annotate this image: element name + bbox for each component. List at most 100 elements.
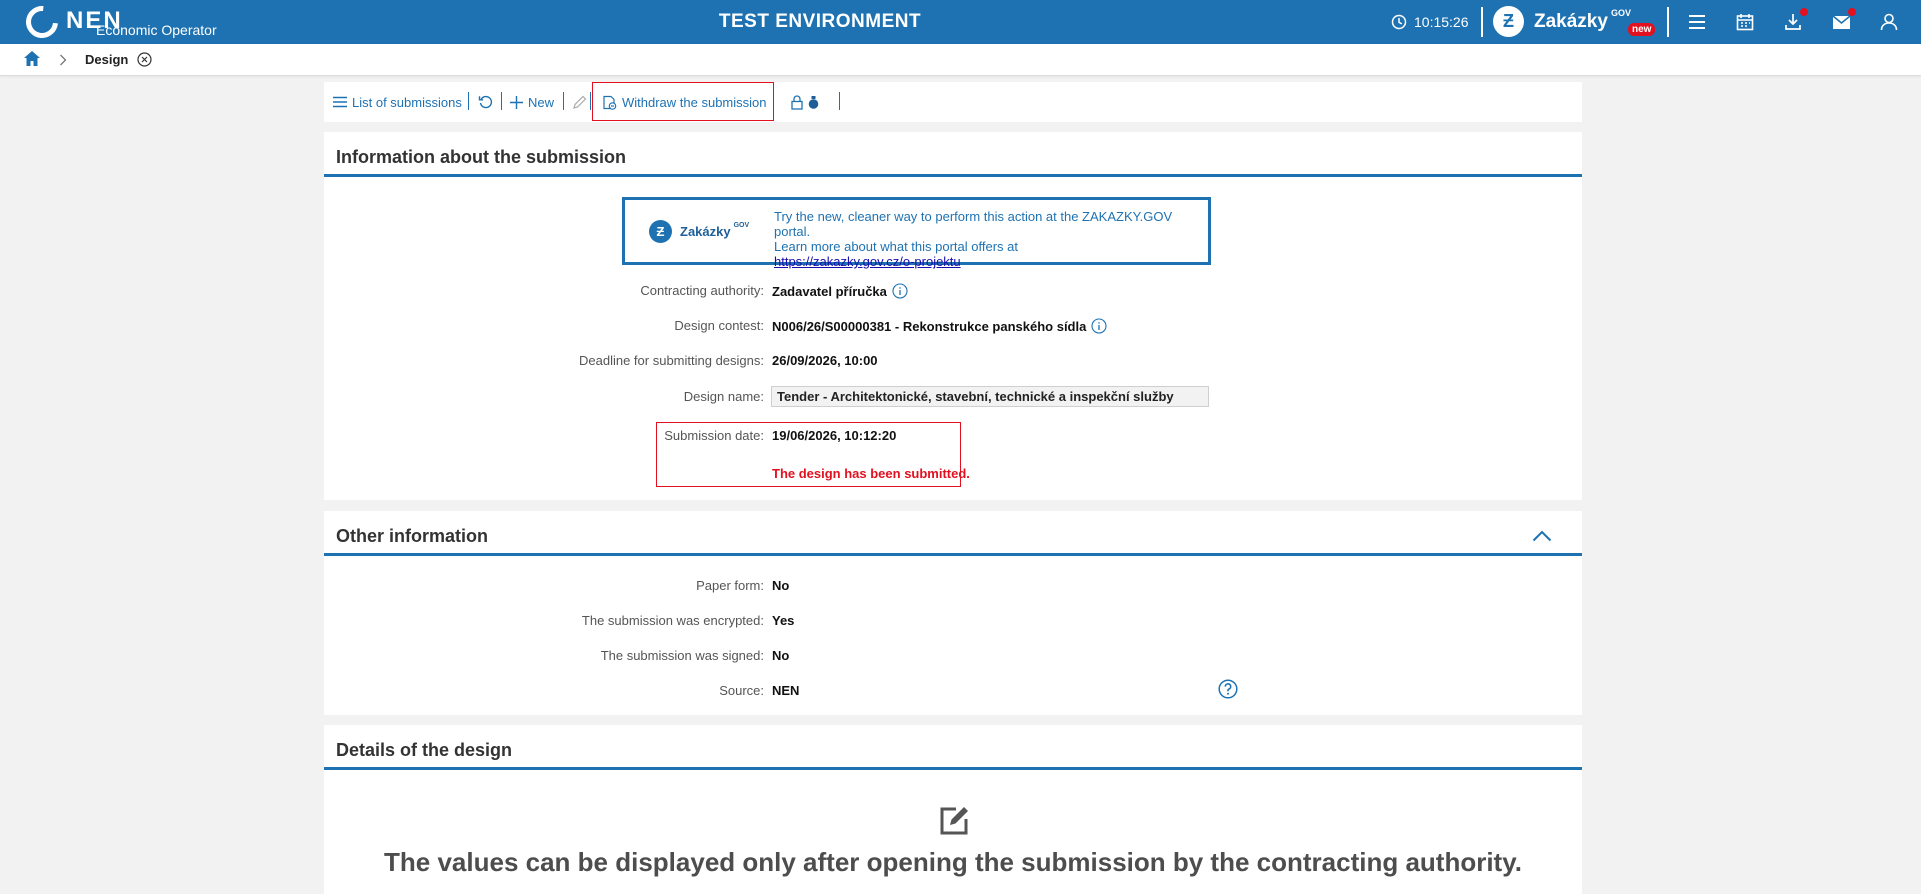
header-divider [1481, 7, 1483, 37]
pencil-icon [573, 95, 587, 109]
download-icon[interactable] [1781, 8, 1808, 33]
edit-button[interactable] [572, 82, 592, 122]
submission-info-section: Information about the submission Ƶ Zakáz… [324, 132, 1582, 500]
lock-icon [791, 94, 803, 110]
notification-dot [1800, 8, 1808, 16]
banner-message: Try the new, cleaner way to perform this… [774, 209, 1208, 269]
field-label: The submission was signed: [600, 648, 764, 663]
mail-icon[interactable] [1829, 8, 1856, 33]
close-tab-icon[interactable] [137, 52, 152, 72]
field-label: The submission was encrypted: [581, 613, 764, 628]
toolbar-divider [839, 92, 840, 110]
design-name-row: Design name: Tender - Architektonické, s… [324, 386, 1582, 407]
breadcrumb-current: Design [85, 52, 129, 67]
banner-line-1: Try the new, cleaner way to perform this… [774, 209, 1173, 239]
session-clock: 10:15:26 [1391, 14, 1469, 30]
zakazky-name: Zakázky [1534, 10, 1608, 32]
zakazky-logo-icon: Ƶ [649, 220, 672, 243]
new-button[interactable]: New [510, 82, 554, 122]
toolbar-divider [468, 92, 469, 110]
info-icon[interactable] [1091, 318, 1107, 334]
design-name-field: Tender - Architektonické, stavební, tech… [771, 386, 1209, 407]
banner-line-2: Learn more about what this portal offers… [774, 239, 1019, 254]
deadline-row: Deadline for submitting designs: 26/09/2… [324, 350, 1582, 370]
field-label: Contracting authority: [640, 283, 764, 298]
zakazky-portal-link[interactable]: Ƶ Zakázky GOV new [1493, 6, 1656, 37]
field-label: Design contest: [674, 318, 764, 333]
banner-brand-gov: GOV [733, 222, 750, 229]
zakazky-promo-banner: Ƶ Zakázky GOV Try the new, cleaner way t… [622, 197, 1211, 269]
list-of-submissions-label: List of submissions [352, 94, 462, 110]
plus-icon [510, 95, 523, 109]
zakazky-gov: GOV [1610, 7, 1631, 18]
chevron-right-icon [59, 53, 67, 71]
signed-row: The submission was signed: No [324, 645, 1582, 665]
chevron-up-icon[interactable] [1532, 529, 1552, 547]
other-info-section: Other information Paper form: No The sub… [324, 511, 1582, 715]
paper-form-row: Paper form: No [324, 575, 1582, 595]
action-toolbar: List of submissions New Withdraw the sub… [324, 82, 1582, 122]
field-value: N006/26/S00000381 - Rekonstrukce panskéh… [772, 318, 1107, 334]
toolbar-divider [501, 92, 502, 110]
user-icon[interactable] [1877, 11, 1901, 33]
banner-brand: Zakázky [680, 224, 731, 239]
details-unavailable-message: The values can be displayed only after o… [384, 847, 1522, 877]
withdraw-icon [603, 95, 617, 110]
section-header: Information about the submission [324, 132, 1582, 177]
section-title: Details of the design [336, 740, 513, 760]
field-label: Submission date: [664, 428, 764, 443]
toolbar-divider [563, 92, 564, 110]
paper-form-value: No [772, 578, 790, 593]
home-icon[interactable] [23, 50, 41, 72]
design-contest-row: Design contest: N006/26/S00000381 - Reko… [324, 315, 1582, 335]
submission-date-row: Submission date: 19/06/2026, 10:12:20 [324, 425, 1582, 445]
encrypted-value: Yes [772, 613, 795, 628]
clock-value: 10:15:26 [1414, 14, 1469, 30]
submission-date-value: 19/06/2026, 10:12:20 [772, 428, 897, 443]
withdraw-submission-label: Withdraw the submission [622, 94, 767, 110]
section-header: Other information [324, 511, 1582, 556]
refresh-icon [478, 95, 493, 109]
notification-dot [1848, 8, 1856, 16]
stamp-button[interactable] [808, 82, 824, 122]
refresh-button[interactable] [478, 82, 499, 122]
signed-value: No [772, 648, 790, 663]
section-title: Information about the submission [336, 147, 627, 167]
deadline-value: 26/09/2026, 10:00 [772, 353, 878, 368]
encrypted-row: The submission was encrypted: Yes [324, 610, 1582, 630]
source-row: Source: NEN [324, 680, 1582, 700]
breadcrumb: Design [0, 44, 1921, 76]
withdraw-submission-button[interactable]: Withdraw the submission [602, 82, 767, 122]
clock-icon [1391, 14, 1407, 30]
info-icon[interactable] [892, 283, 908, 299]
field-label: Source: [719, 683, 764, 698]
field-value: Zadavatel příručka [772, 283, 908, 299]
new-label: New [528, 94, 555, 110]
lock-button[interactable] [791, 82, 808, 122]
toolbar-divider [590, 92, 591, 110]
contracting-authority-row: Contracting authority: Zadavatel příručk… [324, 280, 1582, 300]
header-divider [1667, 7, 1669, 37]
zakazky-logo-icon: Ƶ [1493, 6, 1524, 37]
zakazky-banner-logo: Ƶ Zakázky GOV [649, 220, 749, 243]
field-label: Deadline for submitting designs: [579, 353, 764, 368]
source-value: NEN [772, 683, 800, 698]
list-of-submissions-button[interactable]: List of submissions [333, 82, 462, 122]
menu-icon[interactable] [1685, 11, 1709, 33]
field-label: Design name: [683, 389, 764, 404]
contracting-authority-value: Zadavatel příručka [772, 283, 887, 299]
banner-link[interactable]: https://zakazky.gov.cz/o-projektu [774, 254, 1208, 269]
edit-note-icon [938, 805, 970, 842]
design-contest-value: N006/26/S00000381 - Rekonstrukce panskéh… [772, 318, 1087, 334]
help-icon[interactable] [1218, 679, 1238, 704]
list-icon [333, 96, 347, 108]
top-header: NEN Economic Operator TEST ENVIRONMENT 1… [0, 0, 1921, 45]
submission-status: The design has been submitted. [772, 466, 970, 481]
field-label: Paper form: [696, 578, 764, 593]
stamp-icon [808, 95, 819, 109]
section-header: Details of the design [324, 725, 1582, 770]
section-title: Other information [336, 526, 488, 546]
calendar-icon[interactable] [1733, 11, 1757, 33]
design-details-section: Details of the design The values can be … [324, 725, 1582, 894]
new-badge: new [1628, 23, 1656, 36]
